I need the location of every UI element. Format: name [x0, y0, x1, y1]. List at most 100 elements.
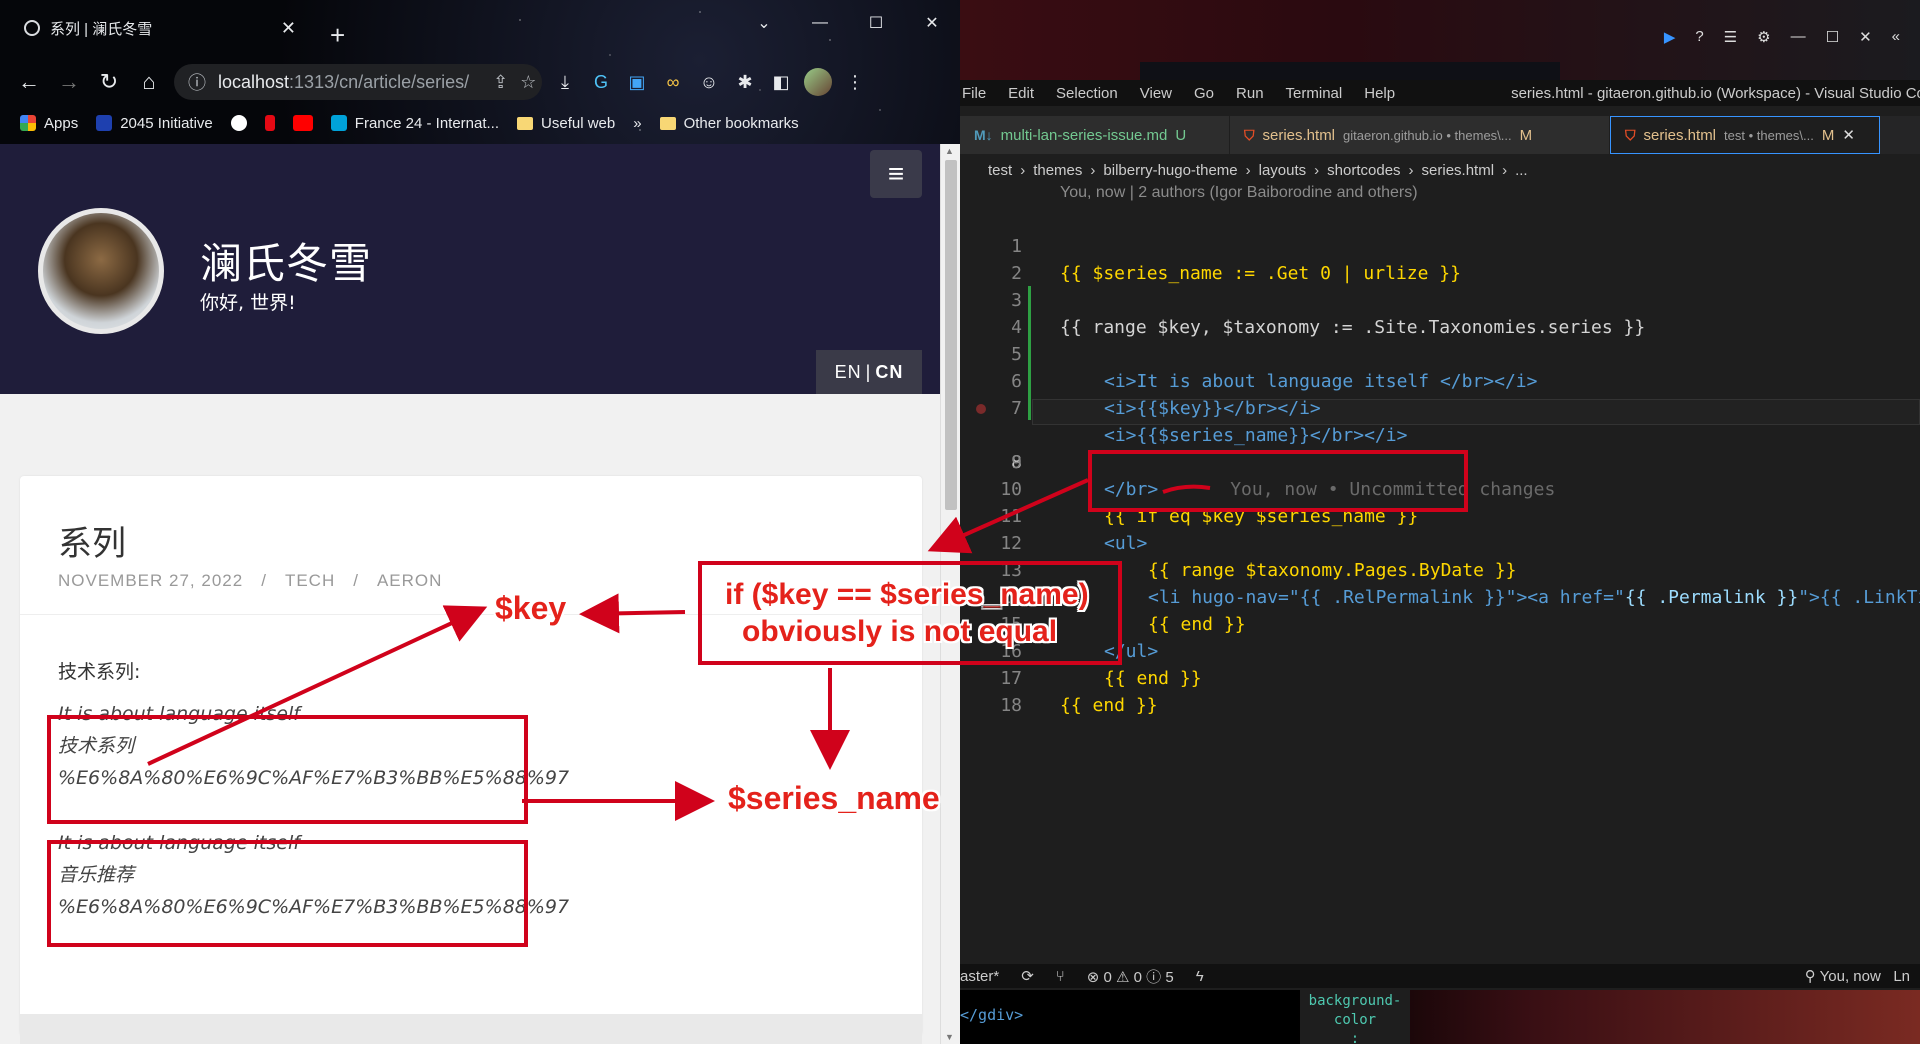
- scrollbar-thumb[interactable]: [945, 160, 957, 510]
- post-author[interactable]: AERON: [377, 571, 442, 590]
- share-icon[interactable]: ⇪: [493, 72, 508, 93]
- bookmark-2045[interactable]: 2045 Initiative: [96, 115, 213, 132]
- address-bar[interactable]: ⓘ localhost:1313/cn/article/series/ ⇪ ☆: [174, 64, 542, 100]
- sync-icon[interactable]: ⟳: [1021, 967, 1034, 985]
- tab-status: M: [1821, 126, 1835, 144]
- extension-infinity-icon[interactable]: ∞: [660, 69, 686, 95]
- post-category[interactable]: TECH: [285, 571, 335, 590]
- extension-doc-icon[interactable]: ▣: [624, 69, 650, 95]
- code-line: 2: [1011, 263, 1022, 284]
- breadcrumb-item[interactable]: ...: [1515, 162, 1528, 179]
- bookmark-useful-web[interactable]: Useful web: [517, 115, 615, 132]
- bookmark-apps[interactable]: Apps: [20, 115, 78, 132]
- menu-run[interactable]: Run: [1236, 85, 1264, 102]
- annotation-condition: if ($key == $series_name): [725, 578, 1089, 611]
- more-menu-icon[interactable]: ⋮: [842, 69, 868, 95]
- breadcrumb-item[interactable]: layouts: [1259, 162, 1307, 179]
- lang-en-link[interactable]: EN: [835, 362, 862, 383]
- bookmark-google[interactable]: [230, 115, 247, 131]
- code-line: 7 <i>{{$series_name}}</br></i>: [1011, 398, 1408, 446]
- menu-view[interactable]: View: [1140, 85, 1172, 102]
- browser-chrome: 系列 | 澜氏冬雪 ✕ + ⌄ — ☐ ✕ ← → ↻ ⌂ ⓘ localhos…: [0, 0, 960, 144]
- extension-ghost-icon[interactable]: ☺: [696, 69, 722, 95]
- breadcrumb-item[interactable]: themes: [1033, 162, 1082, 179]
- code-line: 8 </br> You, now • Uncommitted changes: [960, 395, 1920, 500]
- code-line: 4: [1011, 317, 1022, 338]
- code-line: 3 {{ range $key, $taxonomy := .Site.Taxo…: [1011, 290, 1646, 338]
- run-icon[interactable]: ▶: [1664, 28, 1676, 46]
- maximize-button[interactable]: ☐: [848, 8, 904, 38]
- reload-icon[interactable]: ↻: [94, 67, 124, 97]
- breadcrumb-item[interactable]: series.html: [1422, 162, 1495, 179]
- extensions-puzzle-icon[interactable]: ✱: [732, 69, 758, 95]
- forward-icon[interactable]: →: [54, 67, 84, 97]
- annotation-not-equal: obviously is not equal: [742, 615, 1058, 648]
- lang-cn-link[interactable]: CN: [875, 362, 903, 383]
- git-graph-icon[interactable]: ⑂: [1056, 968, 1065, 985]
- bookmark-youtube[interactable]: [292, 115, 313, 131]
- close-tab-icon[interactable]: ✕: [281, 18, 296, 39]
- tab-multi-lan-series-issue[interactable]: M↓ multi-lan-series-issue.md U: [960, 116, 1230, 154]
- info-icon[interactable]: ⓘ: [188, 69, 206, 95]
- title-controls: ▶ ? ☰ ⚙ — ☐ ✕ «: [1664, 28, 1900, 46]
- bookmarks-more[interactable]: »: [633, 115, 641, 132]
- other-bookmarks[interactable]: Other bookmarks: [659, 115, 799, 132]
- code-line: 5 <i>It is about language itself </br></…: [1011, 344, 1538, 392]
- new-tab-button[interactable]: +: [330, 22, 345, 48]
- close-button[interactable]: ✕: [1859, 28, 1872, 46]
- git-branch[interactable]: aster*: [960, 968, 999, 985]
- minimize-button[interactable]: —: [792, 8, 848, 38]
- post-intro: 技术系列:: [58, 661, 141, 683]
- download-icon[interactable]: ⤓: [552, 69, 578, 95]
- bookmark-france24[interactable]: France 24 - Internat...: [330, 114, 500, 132]
- maximize-button[interactable]: ☐: [1826, 28, 1839, 46]
- close-window-button[interactable]: ✕: [904, 8, 960, 38]
- site-title[interactable]: 澜氏冬雪: [200, 230, 372, 291]
- help-icon[interactable]: ?: [1695, 28, 1703, 46]
- bookmark-netflix[interactable]: [264, 115, 275, 131]
- close-tab-icon[interactable]: ✕: [1842, 126, 1855, 144]
- codelens-blame[interactable]: You, now | 2 authors (Igor Baiborodine a…: [1060, 184, 1418, 202]
- bookmark-label: France 24 - Internat...: [354, 114, 500, 132]
- list-icon[interactable]: ☰: [1724, 28, 1737, 46]
- tab-search-icon[interactable]: ⌄: [736, 8, 792, 38]
- tab-name: multi-lan-series-issue.md: [1000, 126, 1168, 144]
- highlight-box-code: [1088, 450, 1468, 512]
- extension-g-icon[interactable]: G: [588, 69, 614, 95]
- window-title: series.html - gitaeron.github.io (Worksp…: [1511, 84, 1920, 102]
- breadcrumb-item[interactable]: shortcodes: [1327, 162, 1400, 179]
- page-footer-strip: [20, 1014, 922, 1044]
- problems-indicator[interactable]: ⊗ 0 ⚠ 0 ⓘ 5: [1087, 966, 1174, 987]
- youtube-icon: [292, 115, 313, 131]
- menu-selection[interactable]: Selection: [1056, 85, 1118, 102]
- settings-gear-icon[interactable]: ⚙: [1757, 28, 1770, 46]
- menu-edit[interactable]: Edit: [1008, 85, 1034, 102]
- browser-tab[interactable]: 系列 | 澜氏冬雪 ✕: [10, 10, 310, 46]
- site-header: 澜氏冬雪 你好, 世界! ≡ EN | CN: [0, 144, 940, 394]
- hamburger-menu-icon[interactable]: ≡: [870, 150, 922, 198]
- bookmark-star-icon[interactable]: ☆: [520, 72, 536, 93]
- lightning-icon[interactable]: ϟ: [1196, 968, 1204, 985]
- blame-status[interactable]: ⚲ You, now Ln: [1805, 967, 1920, 985]
- tab-series-html-gitaeron[interactable]: ⛉ series.html gitaeron.github.io • theme…: [1230, 116, 1610, 154]
- home-icon[interactable]: ⌂: [134, 67, 164, 97]
- code-line: 13 <li hugo-nav="{{ .RelPermalink }}"><a…: [1000, 560, 1920, 608]
- code-line: 1 {{ $series_name := .Get 0 | urlize }}: [1011, 236, 1461, 284]
- tab-series-html-test[interactable]: ⛉ series.html test • themes\... M ✕: [1610, 116, 1880, 154]
- breakpoint-dot[interactable]: [976, 404, 986, 414]
- menu-help[interactable]: Help: [1364, 85, 1395, 102]
- menu-go[interactable]: Go: [1194, 85, 1214, 102]
- breadcrumb-item[interactable]: bilberry-hugo-theme: [1103, 162, 1237, 179]
- profile-avatar[interactable]: [804, 68, 832, 96]
- tab-status: M: [1519, 126, 1533, 144]
- post-title[interactable]: 系列: [58, 516, 126, 565]
- back-icon[interactable]: ←: [14, 67, 44, 97]
- menu-terminal[interactable]: Terminal: [1286, 85, 1343, 102]
- minimize-button[interactable]: —: [1791, 28, 1806, 46]
- side-panel-icon[interactable]: ◧: [768, 69, 794, 95]
- breadcrumb-item[interactable]: test: [988, 162, 1012, 179]
- collapse-icon[interactable]: «: [1892, 28, 1900, 46]
- menu-file[interactable]: File: [962, 85, 986, 102]
- site-avatar[interactable]: [38, 208, 164, 334]
- tab-description: gitaeron.github.io • themes\...: [1343, 127, 1512, 143]
